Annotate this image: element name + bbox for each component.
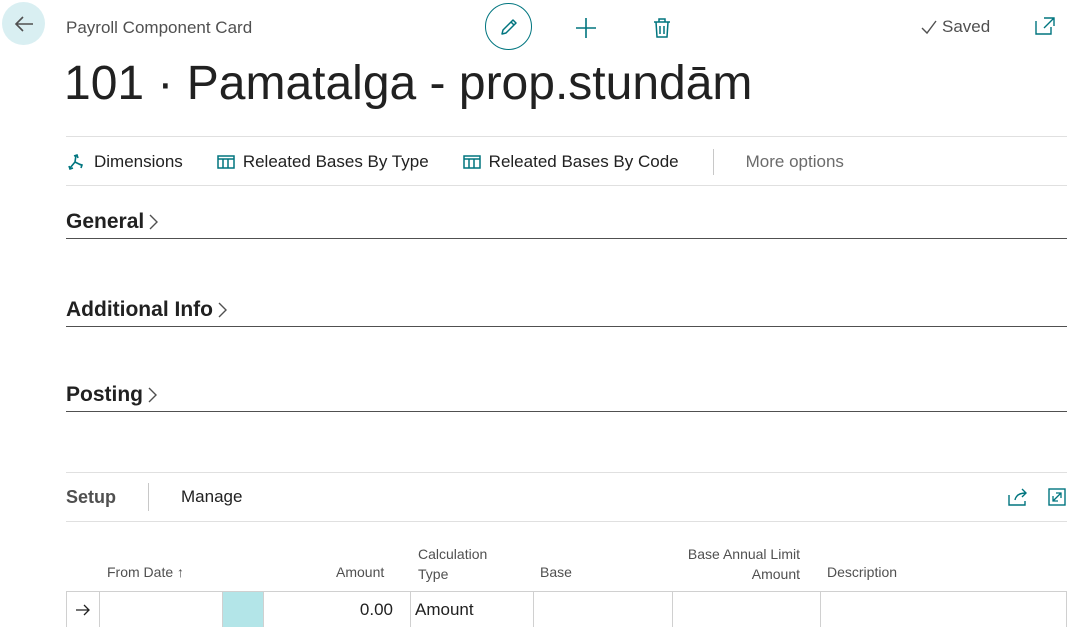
calculation-type-header-line2: Type [418,566,449,582]
column-header-base[interactable]: Base [540,562,572,582]
save-status-label: Saved [942,17,991,36]
back-arrow-icon [14,15,33,32]
calculation-type-cell[interactable]: Amount [411,592,534,627]
base-cell[interactable] [534,592,673,627]
edit-button[interactable] [485,3,532,50]
new-button[interactable] [562,4,609,51]
base-limit-cell[interactable] [673,592,821,627]
column-header-description[interactable]: Description [827,562,897,582]
column-header-base-annual-limit[interactable]: Base Annual Limit Amount [682,544,800,584]
selected-cell[interactable] [223,592,264,627]
section-general-title: General [66,210,145,233]
tab-separator [148,483,150,511]
popout-icon [1035,17,1055,35]
amount-cell[interactable]: 0.00 [264,592,411,627]
expand-icon[interactable] [1047,487,1067,507]
bases-by-type-action[interactable]: Releated Bases By Type [217,152,429,172]
chevron-right-icon [148,387,157,403]
section-general[interactable]: General [66,210,1067,239]
column-header-from-date[interactable]: From Date ↑ [107,562,184,582]
base-limit-header-line2: Amount [751,566,800,582]
row-indicator[interactable] [66,592,100,627]
dimensions-action[interactable]: Dimensions [68,152,183,172]
tab-manage[interactable]: Manage [181,487,242,507]
chevron-right-icon [149,214,159,230]
section-additional-info[interactable]: Additional Info [66,298,1067,327]
base-limit-header-line1: Base Annual Limit [687,546,800,562]
table-icon [217,155,235,169]
subpage-bar: Setup Manage [66,472,1067,522]
bases-by-code-action[interactable]: Releated Bases By Code [462,152,679,172]
calculation-type-header-line1: Calculation [418,546,488,562]
divider [66,185,1067,186]
section-additional-info-title: Additional Info [66,298,213,321]
tab-setup[interactable]: Setup [66,487,116,508]
section-posting-title: Posting [66,383,143,406]
page-title: 101 · Pamatalga - prop.stundām [64,57,753,110]
share-icon[interactable] [1007,487,1029,507]
popout-button[interactable] [1034,16,1056,41]
section-posting[interactable]: Posting [66,383,1067,412]
more-options-button[interactable]: More options [746,152,844,172]
bases-by-type-label: Releated Bases By Type [242,152,429,171]
row-arrow-icon [76,604,90,615]
plus-icon [575,17,596,38]
dimensions-icon [68,153,84,171]
column-header-amount[interactable]: Amount [336,562,384,582]
action-separator [712,149,714,175]
save-status: Saved [920,17,990,37]
table-icon [462,155,481,169]
table-row[interactable]: 0.00 Amount [66,591,1067,627]
from-date-cell[interactable] [100,592,223,627]
from-date-header-label: From Date [107,564,174,580]
delete-button[interactable] [638,4,685,51]
dimensions-label: Dimensions [94,152,183,171]
pencil-icon [500,18,517,35]
trash-icon [653,17,670,38]
checkmark-icon [921,20,937,35]
sort-ascending-icon: ↑ [177,564,185,580]
column-header-calculation-type[interactable]: Calculation Type [418,544,487,584]
back-button[interactable] [2,2,45,45]
divider [66,136,1067,137]
breadcrumb: Payroll Component Card [66,18,253,37]
bases-by-code-label: Releated Bases By Code [488,152,679,171]
action-bar: Dimensions Releated Bases By Type Releat… [66,140,878,184]
chevron-right-icon [218,302,227,318]
description-cell[interactable] [821,592,1067,627]
